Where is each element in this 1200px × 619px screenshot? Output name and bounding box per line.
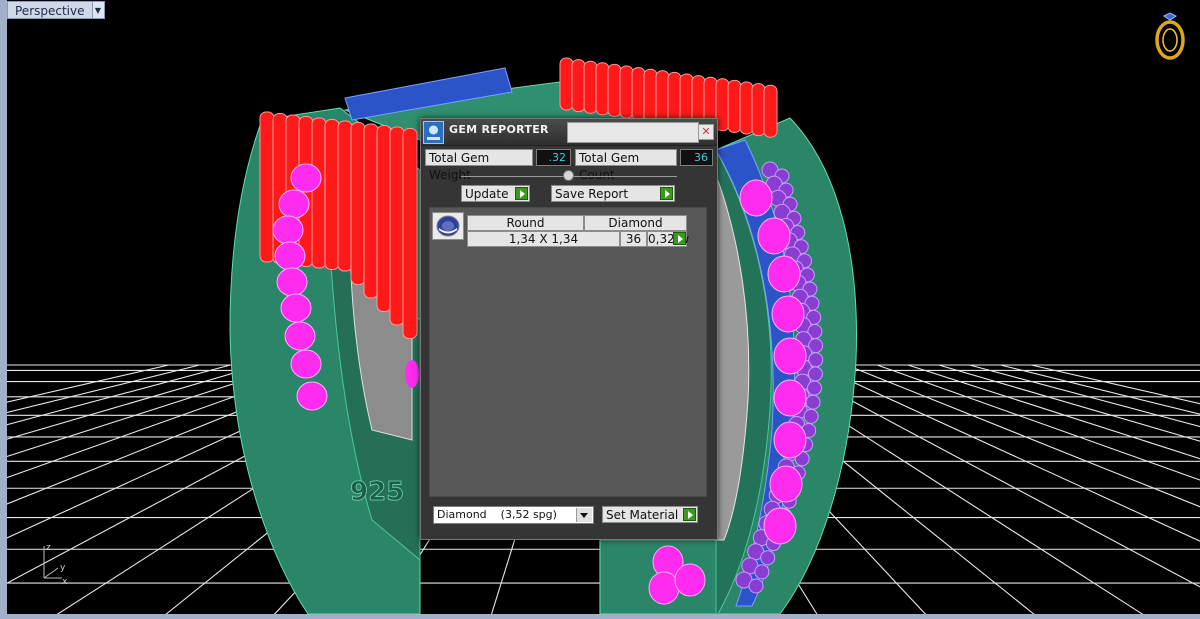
play-arrow-icon <box>515 187 528 200</box>
viewport-frame-left <box>0 0 7 619</box>
dialog-titlebar[interactable]: GEM REPORTER ✕ <box>421 119 717 146</box>
material-select[interactable]: Diamond (3,52 spg) <box>433 506 594 524</box>
total-gem-count-label: Total Gem Count <box>575 149 677 182</box>
save-report-button[interactable]: Save Report <box>551 185 675 202</box>
list-size-slider-handle[interactable] <box>563 170 574 181</box>
gem-reporter-dialog[interactable]: GEM REPORTER ✕ Total Gem Weight .32 Tota… <box>420 118 718 540</box>
ring-logo-icon <box>1155 12 1185 60</box>
gem-totals: Total Gem Weight .32 Total Gem Count 36 <box>425 149 713 182</box>
gem-reporter-app-icon <box>423 121 444 144</box>
engraved-stamp: 925 <box>350 477 404 507</box>
gem-count: 36 <box>620 231 647 247</box>
viewport-frame-bottom <box>0 614 1200 619</box>
svg-text:z: z <box>46 543 51 553</box>
gem-select-button[interactable] <box>672 232 686 246</box>
material-bar: Diamond (3,52 spg) Set Material <box>421 504 717 530</box>
svg-text:x: x <box>62 577 68 586</box>
play-arrow-icon <box>683 508 696 521</box>
material-select-density: (3,52 spg) <box>500 508 557 521</box>
play-arrow-icon <box>660 187 673 200</box>
update-button[interactable]: Update <box>461 185 530 202</box>
set-material-button-label: Set Material <box>606 508 679 522</box>
update-button-label: Update <box>465 187 509 201</box>
play-arrow-icon <box>673 232 686 245</box>
save-report-button-label: Save Report <box>555 187 629 201</box>
axis-gizmo: z y x <box>43 543 68 586</box>
round-gem-icon[interactable] <box>432 212 464 240</box>
total-gem-weight-value: .32 <box>536 149 571 166</box>
viewport-title-tab[interactable]: Perspective ▼ <box>7 1 105 19</box>
viewport-menu-dropdown-icon[interactable]: ▼ <box>91 1 105 19</box>
set-material-button[interactable]: Set Material <box>602 506 698 523</box>
material-select-name: Diamond <box>437 508 487 521</box>
total-gem-weight-label: Total Gem Weight <box>425 149 533 182</box>
gem-list[interactable]: Round Diamond 1,34 X 1,34 36 0,32tw <box>429 207 707 497</box>
gem-shape: Round <box>467 215 584 231</box>
titlebar-drag-area[interactable] <box>567 122 699 143</box>
chevron-down-icon[interactable] <box>576 508 592 522</box>
dialog-title: GEM REPORTER <box>449 123 549 136</box>
viewport-title[interactable]: Perspective <box>7 1 92 19</box>
gem-size: 1,34 X 1,34 <box>467 231 620 247</box>
svg-text:y: y <box>60 563 66 573</box>
close-icon[interactable]: ✕ <box>698 124 714 140</box>
gem-material: Diamond <box>584 215 687 231</box>
total-gem-count-value: 36 <box>680 149 713 166</box>
